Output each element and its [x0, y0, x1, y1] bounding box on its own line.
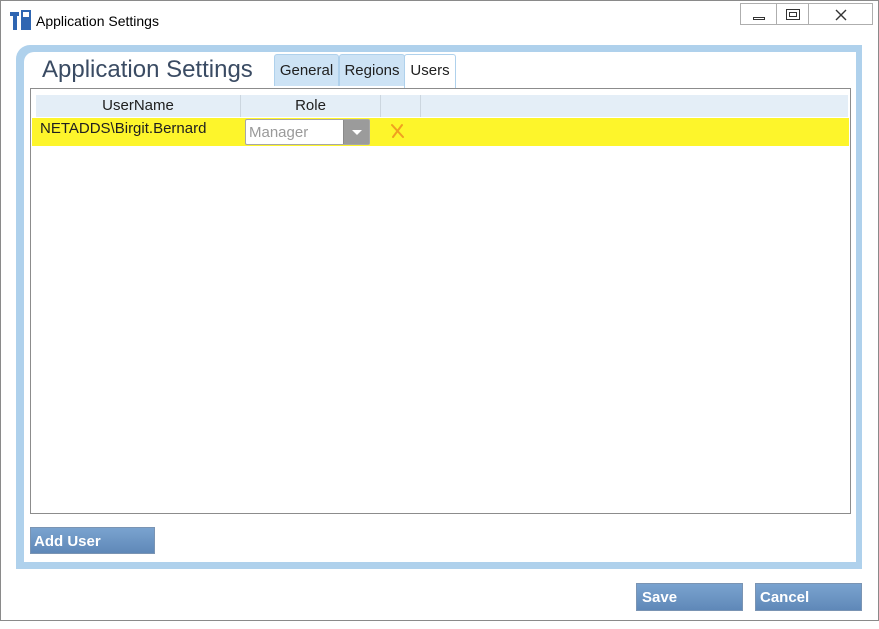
- cancel-button[interactable]: Cancel: [755, 583, 862, 611]
- role-value: Manager: [249, 124, 309, 141]
- restore-icon-inner: [789, 12, 797, 17]
- application-window: Application Settings Application Setting…: [0, 0, 879, 621]
- username-cell: NETADDS\Birgit.Bernard: [40, 120, 207, 137]
- restore-button[interactable]: [776, 3, 809, 25]
- column-header-username[interactable]: UserName: [36, 95, 241, 117]
- minimize-button[interactable]: [740, 3, 776, 25]
- title-bar: Application Settings: [1, 1, 878, 37]
- save-button[interactable]: Save: [636, 583, 743, 611]
- tab-users[interactable]: Users: [404, 54, 456, 88]
- grid-header: UserName Role: [36, 95, 848, 117]
- table-row[interactable]: NETADDS\Birgit.Bernard Manager: [32, 118, 849, 146]
- dropdown-toggle[interactable]: [343, 120, 369, 144]
- role-dropdown[interactable]: Manager: [245, 119, 370, 145]
- tab-regions[interactable]: Regions: [339, 54, 405, 86]
- users-grid: UserName Role NETADDS\Birgit.Bernard Man…: [30, 88, 851, 514]
- close-window-button[interactable]: [809, 3, 873, 25]
- window-title: Application Settings: [36, 13, 159, 29]
- column-header-actions: [381, 95, 421, 117]
- page-title: Application Settings: [42, 56, 253, 83]
- column-header-role[interactable]: Role: [241, 95, 381, 117]
- app-logo-icon: [10, 10, 31, 30]
- tab-general[interactable]: General: [274, 54, 339, 86]
- minimize-icon: [753, 17, 765, 20]
- add-user-button[interactable]: Add User: [30, 527, 155, 554]
- chevron-down-icon: [352, 130, 362, 135]
- close-icon: [835, 9, 847, 21]
- delete-user-icon[interactable]: [389, 123, 405, 139]
